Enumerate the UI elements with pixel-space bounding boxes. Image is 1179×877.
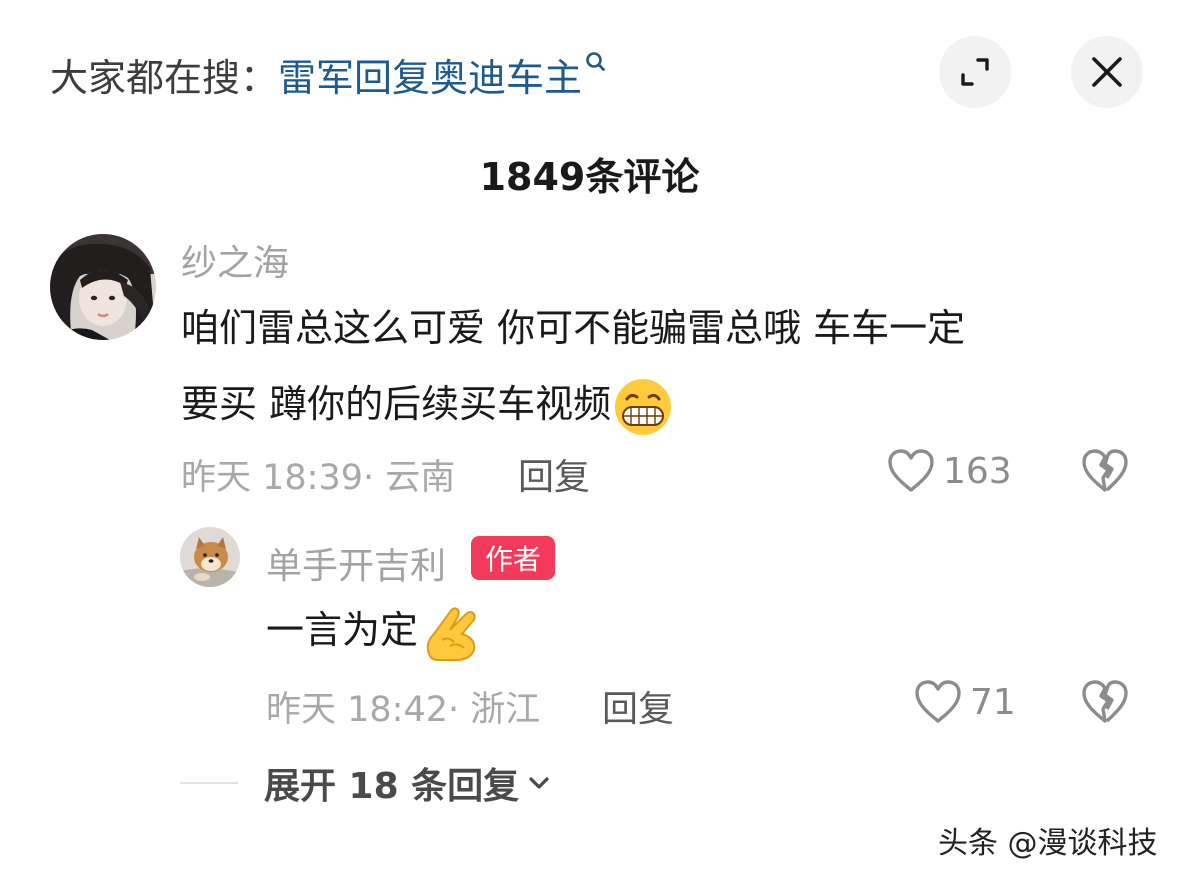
reply-text-body: 一言为定 [266,608,419,652]
heart-icon [915,680,961,723]
chevron-down-icon [529,777,549,789]
reply-reply-button[interactable]: 回复 [602,680,674,732]
avatar[interactable] [50,234,156,340]
comment-text-line2-body: 要买 蹲你的后续买车视频 [181,382,612,426]
comment-text-line1: 咱们雷总这么可爱 你可不能骗雷总哦 车车一定 [181,306,966,350]
like-count: 163 [943,450,1012,492]
comment-count-title: 1849条评论 [479,155,700,199]
search-icon [586,52,605,71]
expand-replies[interactable]: 展开 18 条回复 [180,760,551,807]
comment-username[interactable]: 纱之海 [181,234,289,286]
comments-sheet: 大家都在搜： 雷军回复奥迪车主 1849条评论 纱之海 咱们雷总这么可爱 你可不… [0,0,1179,877]
broken-heart-icon[interactable] [1080,446,1130,496]
reply-like-button[interactable]: 71 [914,677,1016,727]
close-icon [1092,57,1122,87]
expand-replies-label: 展开 18 条回复 [264,766,520,807]
grinning-emoji-icon [615,378,672,435]
comment-meta: 昨天 18:39· 云南 [181,458,456,498]
reply-button[interactable]: 回复 [518,448,590,500]
search-prefix: 大家都在搜： [50,55,279,100]
reply-meta: 昨天 18:42· 浙江 [266,690,541,730]
reply-avatar[interactable] [180,527,240,587]
heart-icon [888,449,934,492]
pinched-fingers-emoji-icon [426,606,476,661]
expand-icon [961,58,989,86]
search-suggestion[interactable]: 大家都在搜： 雷军回复奥迪车主 [50,48,608,100]
author-badge: 作者 [471,536,555,580]
like-button[interactable]: 163 [887,446,1012,496]
search-query-link[interactable]: 雷军回复奥迪车主 [278,47,582,102]
watermark: 头条 @漫谈科技 [938,826,1158,861]
divider [180,782,238,784]
broken-heart-icon[interactable] [1080,677,1130,727]
reply-like-count: 71 [970,681,1016,723]
comment-text-line2: 要买 蹲你的后续买车视频 [181,366,673,442]
reply-text: 一言为定 [266,592,482,668]
expand-button[interactable] [939,36,1011,108]
reply-username[interactable]: 单手开吉利 [266,537,446,589]
close-button[interactable] [1071,36,1143,108]
